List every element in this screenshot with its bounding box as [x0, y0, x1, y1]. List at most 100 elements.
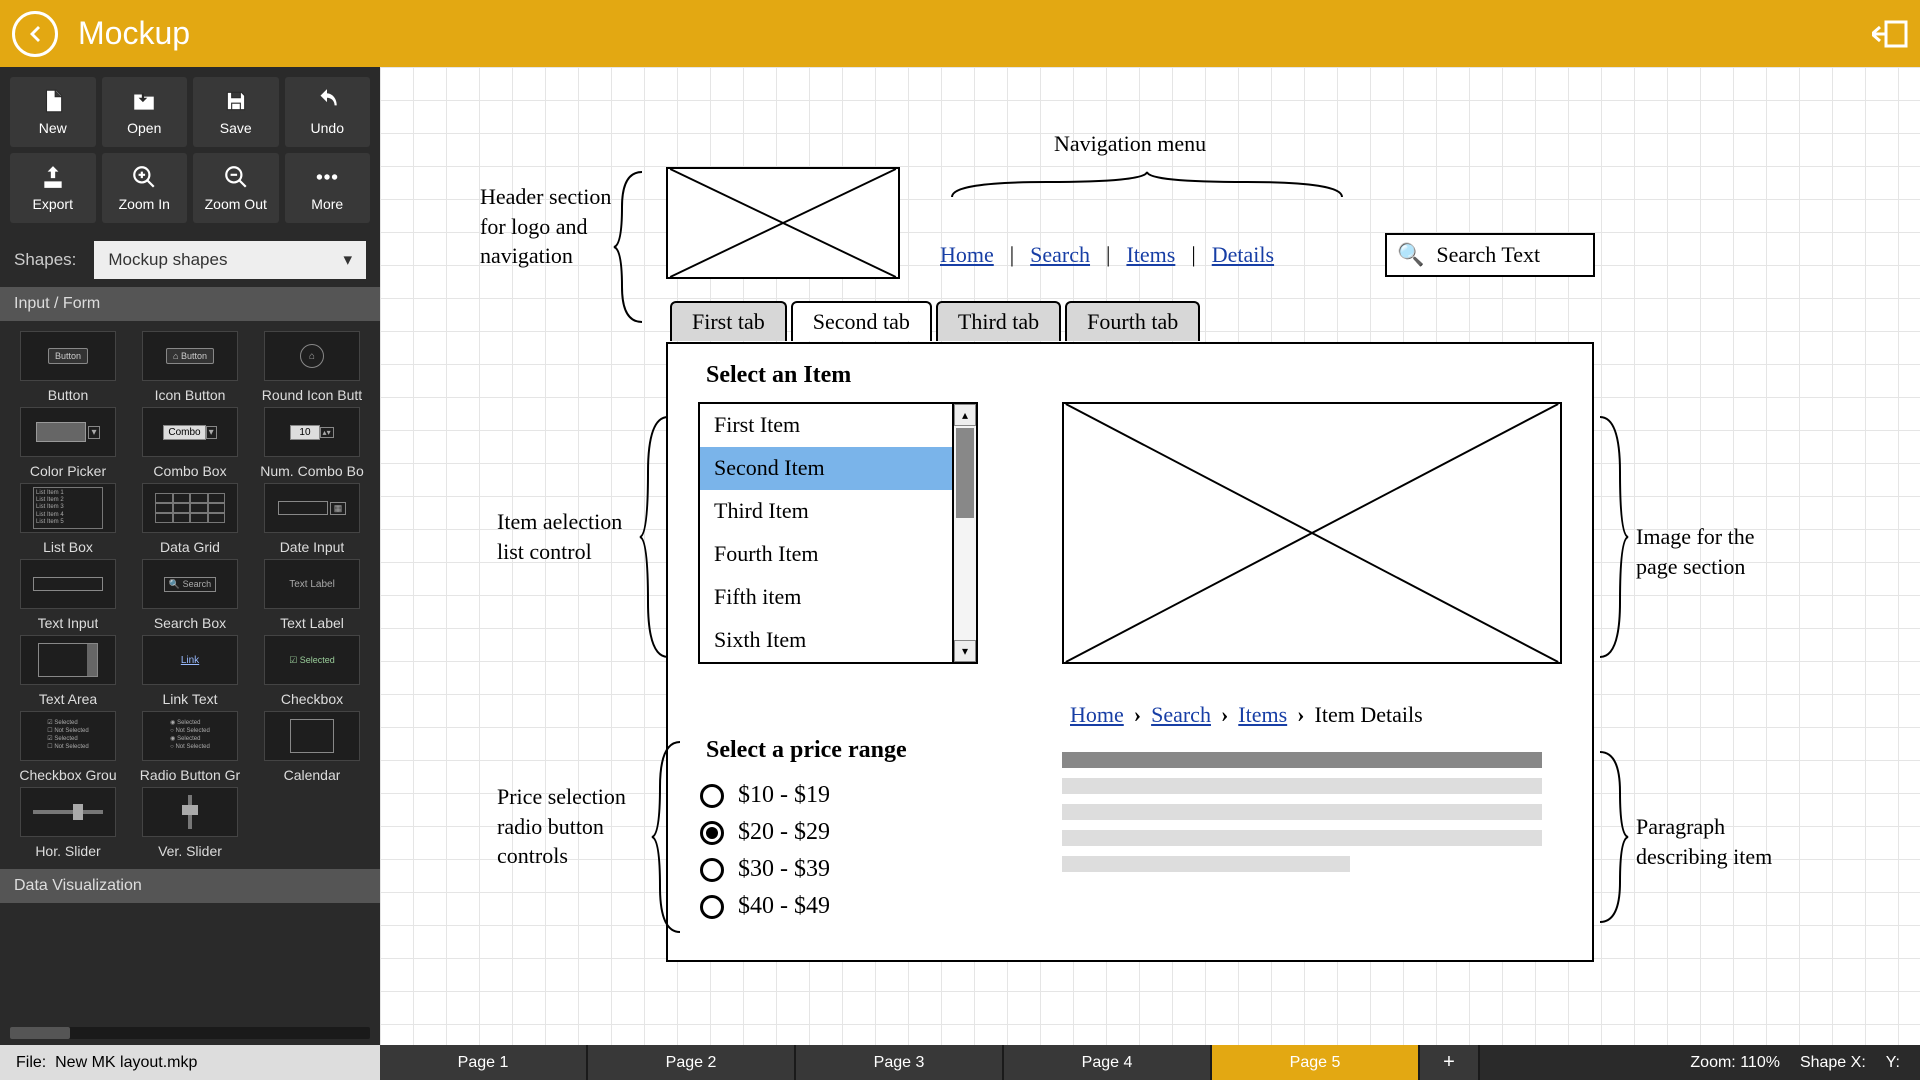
sidebar: New Open Save Undo Export Zoom In Zoom O…	[0, 67, 380, 1045]
shape-num-combo[interactable]: 10▴▾Num. Combo Bo	[252, 407, 372, 479]
shapes-dropdown[interactable]: Mockup shapes ▾	[94, 241, 366, 279]
shape-hor-slider[interactable]: Hor. Slider	[8, 787, 128, 859]
shape-text-area[interactable]: Text Area	[8, 635, 128, 707]
shape-radio-group[interactable]: ◉ Selected○ Not Selected◉ Selected○ Not …	[130, 711, 250, 783]
wireframe-tabs: First tab Second tab Third tab Fourth ta…	[670, 301, 1204, 341]
breadcrumb-search[interactable]: Search	[1151, 702, 1211, 728]
page-tab[interactable]: Page 4	[1004, 1045, 1212, 1080]
shapes-selected: Mockup shapes	[108, 250, 227, 270]
search-icon: 🔍	[1397, 242, 1424, 268]
list-item[interactable]: Fifth item	[700, 576, 952, 619]
wireframe-image-logo[interactable]	[666, 167, 900, 279]
toolbar: New Open Save Undo Export Zoom In Zoom O…	[0, 67, 380, 233]
brace-icon	[1590, 412, 1630, 662]
radio-option[interactable]: $20 - $29	[700, 814, 830, 851]
scroll-thumb[interactable]	[956, 428, 974, 518]
list-item[interactable]: Third Item	[700, 490, 952, 533]
category-data-viz[interactable]: Data Visualization	[0, 869, 380, 903]
zoomin-button[interactable]: Zoom In	[102, 153, 188, 223]
sidebar-scrollbar[interactable]	[10, 1027, 370, 1039]
list-item[interactable]: Second Item	[700, 447, 952, 490]
radio-option[interactable]: $30 - $39	[700, 851, 830, 888]
breadcrumb-home[interactable]: Home	[1070, 702, 1124, 728]
shape-text-label[interactable]: Text LabelText Label	[252, 559, 372, 631]
brace-icon	[612, 167, 652, 327]
annotation-itemlist: Item aelection list control	[497, 507, 627, 566]
app-header: Mockup	[0, 0, 1920, 67]
shape-checkbox[interactable]: ☑ SelectedCheckbox	[252, 635, 372, 707]
list-item[interactable]: Fourth Item	[700, 533, 952, 576]
shape-text-input[interactable]: Text Input	[8, 559, 128, 631]
shape-button[interactable]: ButtonButton	[8, 331, 128, 403]
shape-search-box[interactable]: 🔍 SearchSearch Box	[130, 559, 250, 631]
save-button[interactable]: Save	[193, 77, 279, 147]
wireframe-search[interactable]: 🔍 Search Text	[1385, 233, 1595, 277]
scroll-down-icon[interactable]: ▾	[954, 640, 976, 662]
annotation-para: Paragraph describing item	[1636, 812, 1806, 871]
list-item[interactable]: Sixth Item	[700, 619, 952, 662]
scroll-up-icon[interactable]: ▴	[954, 404, 976, 426]
shape-link-text[interactable]: LinkLink Text	[130, 635, 250, 707]
shapes-label: Shapes:	[14, 250, 76, 270]
tab-third[interactable]: Third tab	[936, 301, 1061, 341]
tab-second[interactable]: Second tab	[791, 301, 932, 341]
wireframe-nav: Home| Search| Items| Details	[940, 242, 1274, 268]
category-input-form[interactable]: Input / Form	[0, 287, 380, 321]
wireframe-breadcrumb: Home › Search › Items › Item Details	[1070, 702, 1423, 728]
nav-link-details[interactable]: Details	[1212, 242, 1274, 268]
brace-icon	[947, 167, 1347, 207]
radio-option[interactable]: $40 - $49	[700, 888, 830, 925]
shape-data-grid[interactable]: Data Grid	[130, 483, 250, 555]
chevron-right-icon: ›	[1297, 702, 1304, 728]
shape-calendar[interactable]: Calendar	[252, 711, 372, 783]
wireframe-image-main[interactable]	[1062, 402, 1562, 664]
section-title-select-item: Select an Item	[706, 362, 851, 389]
new-button[interactable]: New	[10, 77, 96, 147]
tab-fourth[interactable]: Fourth tab	[1065, 301, 1200, 341]
shape-date-input[interactable]: ▦Date Input	[252, 483, 372, 555]
annotation-header: Header section for logo and navigation	[480, 182, 620, 271]
page-tab[interactable]: Page 2	[588, 1045, 796, 1080]
file-indicator: File: New MK layout.mkp	[0, 1045, 380, 1080]
chevron-right-icon: ›	[1221, 702, 1228, 728]
page-tab[interactable]: Page 5	[1212, 1045, 1420, 1080]
annotation-priceradio: Price selection radio button controls	[497, 782, 637, 871]
zoom-value: 110%	[1740, 1054, 1780, 1071]
nav-link-home[interactable]: Home	[940, 242, 994, 268]
shape-ver-slider[interactable]: Ver. Slider	[130, 787, 250, 859]
wireframe-listbox[interactable]: First Item Second Item Third Item Fourth…	[698, 402, 978, 664]
chevron-right-icon: ›	[1134, 702, 1141, 728]
shape-checkbox-group[interactable]: ☑ Selected☐ Not Selected☑ Selected☐ Not …	[8, 711, 128, 783]
more-button[interactable]: More	[285, 153, 371, 223]
page-tab[interactable]: Page 1	[380, 1045, 588, 1080]
export-button[interactable]: Export	[10, 153, 96, 223]
wireframe-paragraph	[1062, 752, 1542, 882]
zoomout-button[interactable]: Zoom Out	[193, 153, 279, 223]
brace-icon	[638, 412, 678, 662]
nav-link-items[interactable]: Items	[1126, 242, 1175, 268]
radio-option[interactable]: $10 - $19	[700, 777, 830, 814]
page-tab[interactable]: Page 3	[796, 1045, 1004, 1080]
canvas[interactable]: Header section for logo and navigation N…	[380, 67, 1920, 1045]
listbox-scrollbar[interactable]: ▴ ▾	[952, 404, 976, 662]
app-title: Mockup	[78, 15, 1872, 52]
list-item[interactable]: First Item	[700, 404, 952, 447]
annotation-navmenu: Navigation menu	[1054, 129, 1206, 159]
shape-icon-button[interactable]: ⌂ ButtonIcon Button	[130, 331, 250, 403]
undo-button[interactable]: Undo	[285, 77, 371, 147]
add-page-button[interactable]: +	[1420, 1045, 1480, 1080]
shape-round-icon-button[interactable]: ⌂Round Icon Butt	[252, 331, 372, 403]
tab-first[interactable]: First tab	[670, 301, 787, 341]
breadcrumb-items[interactable]: Items	[1238, 702, 1287, 728]
open-button[interactable]: Open	[102, 77, 188, 147]
exit-icon[interactable]	[1872, 20, 1908, 48]
back-button[interactable]	[12, 11, 58, 57]
section-title-price: Select a price range	[706, 737, 907, 764]
wireframe-radio-group: $10 - $19 $20 - $29 $30 - $39 $40 - $49	[700, 777, 830, 925]
shape-list-box[interactable]: List Item 1List Item 2List Item 3List It…	[8, 483, 128, 555]
annotation-image: Image for the page section	[1636, 522, 1796, 581]
shape-color-picker[interactable]: ▾Color Picker	[8, 407, 128, 479]
shape-combo-box[interactable]: Combo▾Combo Box	[130, 407, 250, 479]
shape-palette: ButtonButton ⌂ ButtonIcon Button ⌂Round …	[0, 321, 380, 869]
nav-link-search[interactable]: Search	[1030, 242, 1090, 268]
